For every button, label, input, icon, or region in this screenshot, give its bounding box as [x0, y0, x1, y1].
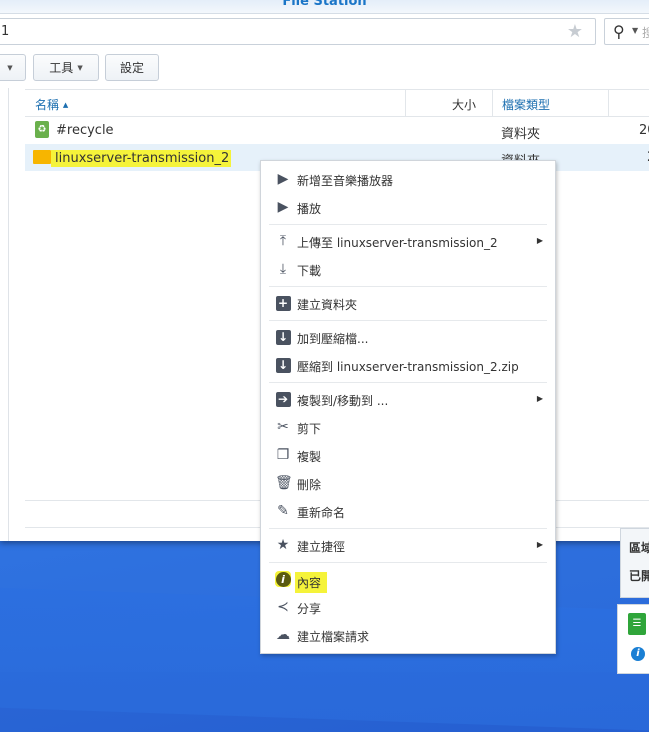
menu-item-share[interactable]: ≺ 分享: [261, 594, 555, 622]
search-dropdown-icon[interactable]: ▼: [632, 26, 638, 35]
file-row[interactable]: ♻ #recycle 資料夾 20: [25, 117, 649, 144]
path-text: 1: [1, 24, 10, 39]
column-separator[interactable]: [405, 90, 406, 117]
archive-icon: ↓: [275, 357, 291, 373]
new-folder-icon: +: [275, 295, 291, 311]
window-title: File Station: [282, 0, 367, 9]
info-icon: i: [275, 571, 291, 587]
play-icon: ▶: [277, 171, 289, 187]
column-separator[interactable]: [492, 90, 493, 117]
cloud-upload-icon: ☁: [276, 627, 290, 643]
column-separator[interactable]: [608, 90, 609, 117]
column-header-type[interactable]: 檔案類型: [502, 96, 550, 113]
search-icon: ⚲: [613, 22, 625, 41]
side-panel-line: 區域: [629, 541, 649, 555]
recycle-bin-icon: ♻: [35, 121, 49, 138]
file-modified: 20: [639, 123, 649, 138]
pencil-icon: ✎: [277, 503, 289, 519]
menu-item-upload[interactable]: ⤒ 上傳至 linuxserver-transmission_2 ▶: [261, 228, 555, 256]
document-list-icon: ☰: [628, 613, 646, 635]
menu-item-play[interactable]: ▶ 播放: [261, 194, 555, 222]
menu-item-rename[interactable]: ✎ 重新命名: [261, 498, 555, 526]
menu-item-properties[interactable]: i 內容: [261, 566, 555, 594]
download-icon: ⤓: [279, 261, 287, 277]
side-widget-panel: ☰ i: [617, 604, 649, 674]
info-icon[interactable]: i: [631, 647, 645, 661]
side-panel-line: 已開: [629, 569, 649, 583]
menu-item-create-shortcut[interactable]: ★ 建立捷徑 ▶: [261, 532, 555, 560]
sort-ascending-icon: ▲: [62, 101, 69, 109]
menu-item-add-to-archive[interactable]: ↓ 加到壓縮檔...: [261, 324, 555, 352]
scissors-icon: ✂: [277, 419, 289, 435]
menu-separator: [269, 224, 547, 225]
file-name: #recycle: [56, 123, 114, 138]
submenu-arrow-icon: ▶: [536, 540, 543, 549]
folder-icon: [33, 150, 51, 164]
submenu-arrow-icon: ▶: [536, 236, 543, 245]
context-menu: ▶ 新增至音樂播放器 ▶ 播放 ⤒ 上傳至 linuxserver-transm…: [260, 160, 556, 654]
copy-icon: ❐: [276, 447, 290, 463]
share-icon: ≺: [277, 599, 289, 615]
tools-button[interactable]: 工具 ▼: [33, 54, 99, 81]
trash-icon: 🗑: [275, 475, 293, 491]
tools-label: 工具: [49, 61, 74, 75]
favorite-star-icon[interactable]: ★: [567, 21, 583, 42]
menu-item-compress-to-zip[interactable]: ↓ 壓縮到 linuxserver-transmission_2.zip: [261, 352, 555, 380]
menu-item-download[interactable]: ⤓ 下載: [261, 256, 555, 284]
search-placeholder: 搜: [642, 26, 649, 40]
menu-item-copy-move-to[interactable]: ➔ 複製到/移動到 ... ▶: [261, 386, 555, 414]
menu-item-copy[interactable]: ❐ 複製: [261, 442, 555, 470]
copy-move-icon: ➔: [275, 391, 291, 407]
menu-item-add-to-music-player[interactable]: ▶ 新增至音樂播放器: [261, 166, 555, 194]
file-list-header: 名稱 ▲ 大小 檔案類型: [25, 89, 649, 117]
sidebar-divider: [8, 88, 9, 541]
upload-icon: ⤒: [279, 233, 287, 249]
menu-item-cut[interactable]: ✂ 剪下: [261, 414, 555, 442]
settings-button[interactable]: 設定: [105, 54, 159, 81]
submenu-arrow-icon: ▶: [536, 394, 543, 403]
menu-item-create-file-request[interactable]: ☁ 建立檔案請求: [261, 622, 555, 650]
menu-separator: [269, 562, 547, 563]
column-header-size[interactable]: 大小: [452, 96, 476, 113]
star-icon: ★: [276, 537, 290, 553]
side-info-panel: 區域 已開: [620, 528, 649, 598]
menu-item-delete[interactable]: 🗑 刪除: [261, 470, 555, 498]
file-name: linuxserver-transmission_2: [51, 150, 232, 167]
path-bar[interactable]: 1 ★: [0, 18, 596, 45]
menu-item-create-folder[interactable]: + 建立資料夾: [261, 290, 555, 318]
chevron-down-icon: ▼: [77, 63, 83, 72]
menu-separator: [269, 320, 547, 321]
menu-separator: [269, 286, 547, 287]
menu-separator: [269, 528, 547, 529]
settings-label: 設定: [119, 61, 144, 75]
file-type: 資料夾: [501, 127, 541, 142]
chevron-down-icon: ▼: [7, 63, 13, 72]
action-dropdown-button[interactable]: ▼: [0, 54, 26, 81]
play-icon: ▶: [277, 199, 289, 215]
column-header-name[interactable]: 名稱 ▲: [35, 96, 68, 113]
archive-icon: ↓: [275, 329, 291, 345]
menu-separator: [269, 382, 547, 383]
search-box[interactable]: ⚲ ▼ 搜: [604, 18, 649, 45]
title-bar[interactable]: File Station: [0, 0, 649, 14]
